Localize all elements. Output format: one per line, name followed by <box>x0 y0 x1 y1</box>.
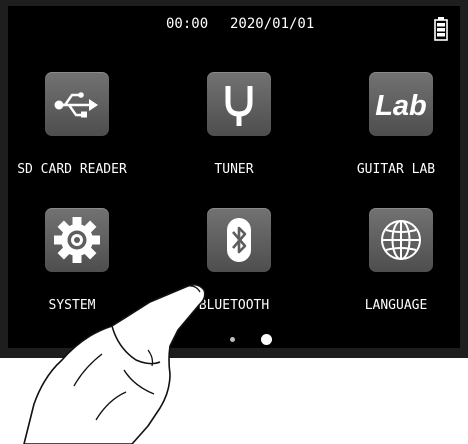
app-guitar-lab[interactable]: Lab GUITAR LAB <box>340 72 452 184</box>
app-tile[interactable] <box>207 72 271 136</box>
app-label: GUITAR LAB <box>356 162 436 177</box>
app-tile[interactable] <box>207 208 271 272</box>
app-tuner[interactable]: TUNER <box>178 72 290 184</box>
app-tile[interactable] <box>45 208 109 272</box>
status-date: 2020/01/01 <box>230 16 315 32</box>
app-bluetooth[interactable]: BLUETOOTH <box>178 208 290 320</box>
tuner-icon <box>225 86 253 126</box>
lab-icon-text: Lab <box>375 90 427 122</box>
page-indicator[interactable] <box>218 334 278 348</box>
app-tile[interactable] <box>45 72 109 136</box>
app-label: SYSTEM <box>48 298 96 313</box>
app-label: BLUETOOTH <box>198 298 270 313</box>
globe-icon <box>381 220 421 260</box>
device-photo: 00:00 2020/01/01 SD CARD READER TUNER La… <box>0 0 468 444</box>
lab-icon: Lab <box>375 90 427 122</box>
app-sd-card-reader[interactable]: SD CARD READER <box>16 72 128 184</box>
app-tile[interactable]: Lab <box>369 72 433 136</box>
app-system[interactable]: SYSTEM <box>16 208 128 320</box>
device-bezel: 00:00 2020/01/01 SD CARD READER TUNER La… <box>0 0 468 358</box>
app-tile[interactable] <box>369 208 433 272</box>
app-language[interactable]: LANGUAGE <box>340 208 452 320</box>
app-label: TUNER <box>214 162 254 177</box>
page-dot-1[interactable] <box>230 337 235 342</box>
app-label: LANGUAGE <box>364 298 428 313</box>
gear-icon <box>54 217 100 263</box>
page-dot-2-active[interactable] <box>261 334 272 345</box>
usb-icon <box>54 92 98 118</box>
status-bar: 00:00 2020/01/01 <box>8 6 460 42</box>
battery-full-icon <box>434 17 448 41</box>
status-time: 00:00 <box>166 16 209 32</box>
bluetooth-icon <box>227 218 251 262</box>
home-screen: 00:00 2020/01/01 SD CARD READER TUNER La… <box>8 6 460 348</box>
app-label: SD CARD READER <box>17 162 127 177</box>
